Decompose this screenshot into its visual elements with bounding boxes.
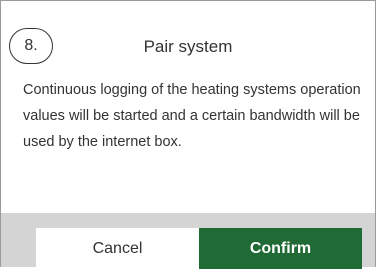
pair-system-dialog: 8. Pair system Continuous logging of the… <box>0 0 376 269</box>
dialog-message: Continuous logging of the heating system… <box>23 82 361 150</box>
cancel-button-label: Cancel <box>92 239 143 257</box>
confirm-button-label: Confirm <box>249 239 312 257</box>
confirm-button[interactable]: Confirm <box>199 228 362 269</box>
dialog-title: Pair system <box>143 37 233 56</box>
cancel-button[interactable]: Cancel <box>36 228 199 269</box>
